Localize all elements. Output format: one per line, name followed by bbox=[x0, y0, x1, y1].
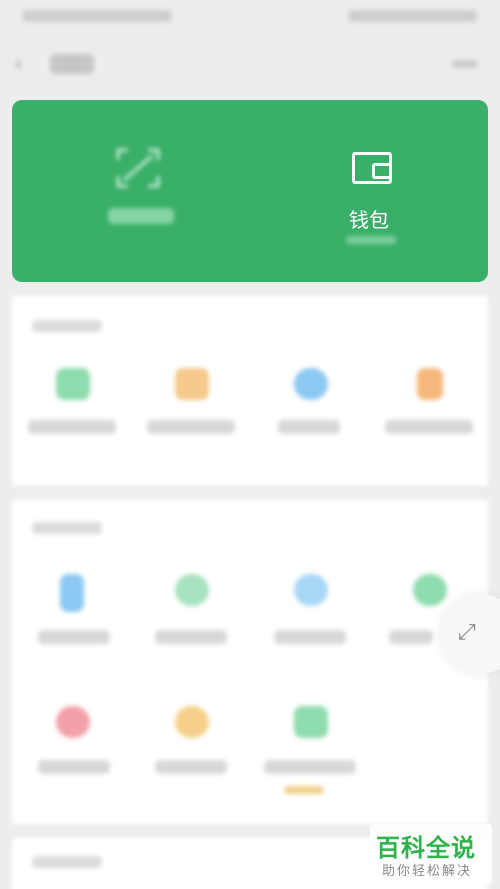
scan-icon bbox=[116, 148, 160, 188]
service-label bbox=[155, 630, 227, 644]
watermark-logo: 百科全说 助你轻松解决 bbox=[370, 824, 492, 884]
page-title bbox=[50, 54, 94, 74]
status-bar bbox=[0, 0, 500, 36]
service-label bbox=[389, 630, 433, 644]
service-item[interactable] bbox=[369, 368, 488, 468]
wallet-balance bbox=[346, 236, 396, 244]
service-section-2 bbox=[12, 500, 488, 824]
service-label bbox=[274, 630, 346, 644]
service-label bbox=[38, 760, 110, 774]
service-label bbox=[38, 630, 110, 644]
status-bar-right-info bbox=[348, 10, 478, 22]
wallet-label: 钱包 bbox=[349, 208, 389, 232]
service-label bbox=[155, 760, 227, 774]
service-item[interactable] bbox=[12, 368, 131, 468]
back-icon[interactable]: ‹ bbox=[14, 52, 34, 77]
service-item[interactable] bbox=[250, 574, 369, 674]
navigation-bar: ‹ bbox=[0, 40, 500, 90]
service-section-1 bbox=[12, 296, 488, 486]
service-item[interactable] bbox=[131, 706, 250, 806]
service-label bbox=[385, 420, 473, 434]
promo-badge bbox=[284, 786, 324, 794]
section-title bbox=[32, 522, 102, 534]
wallet-entry[interactable]: 钱包 bbox=[250, 100, 488, 282]
city-icon bbox=[413, 574, 447, 606]
more-icon[interactable] bbox=[452, 60, 478, 68]
circle-icon bbox=[294, 368, 328, 400]
section-title bbox=[32, 856, 102, 868]
service-label bbox=[264, 760, 356, 774]
card-icon bbox=[56, 368, 90, 400]
service-label bbox=[28, 420, 116, 434]
scan-pay-label bbox=[108, 208, 174, 224]
watermark-title: 百科全说 bbox=[376, 834, 476, 862]
leaf-icon bbox=[175, 574, 209, 606]
service-label bbox=[147, 420, 235, 434]
section-title bbox=[32, 320, 102, 332]
phone-icon bbox=[417, 368, 443, 400]
service-item[interactable] bbox=[12, 706, 131, 806]
ticket-icon bbox=[175, 368, 209, 400]
status-bar-left-info bbox=[22, 10, 172, 22]
service-item[interactable] bbox=[250, 368, 369, 468]
heart-icon bbox=[56, 706, 90, 738]
service-item[interactable] bbox=[131, 574, 250, 674]
service-item[interactable] bbox=[131, 368, 250, 468]
service-item[interactable] bbox=[12, 574, 131, 674]
grid-icon bbox=[294, 706, 328, 738]
scan-pay-entry[interactable] bbox=[12, 100, 250, 282]
bag-icon bbox=[175, 706, 209, 738]
float-action-icon: ⤢ bbox=[458, 620, 476, 645]
water-icon bbox=[294, 574, 328, 606]
watermark-subtitle: 助你轻松解决 bbox=[382, 864, 473, 879]
service-label bbox=[278, 420, 340, 434]
payment-header-card: 钱包 bbox=[12, 100, 488, 282]
phone-icon bbox=[60, 574, 84, 612]
wallet-icon bbox=[352, 152, 392, 184]
